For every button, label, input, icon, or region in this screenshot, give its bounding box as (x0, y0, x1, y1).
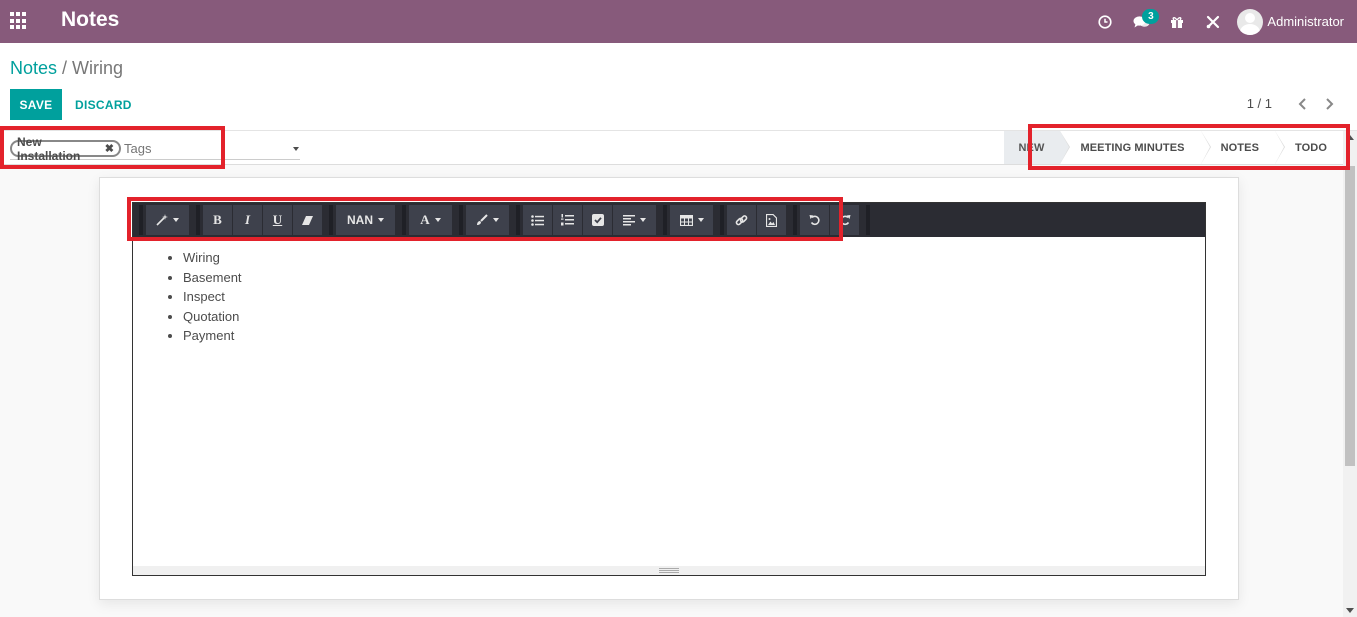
undo-icon[interactable] (800, 205, 830, 235)
control-panel: Notes / Wiring SAVE DISCARD 1 / 1 (0, 43, 1357, 131)
align-dropdown-icon[interactable] (613, 205, 657, 235)
activity-clock-icon[interactable] (1087, 0, 1123, 43)
tags-input[interactable] (124, 141, 300, 156)
tags-dropdown-caret-icon[interactable] (293, 147, 299, 151)
tags-field[interactable]: New Installation ✖ (10, 135, 300, 163)
note-editor: B I U NAN A • Wiring • Basement • Inspec… (132, 202, 1206, 576)
apps-grid-icon[interactable] (10, 12, 28, 30)
stage-todo[interactable]: TODO (1275, 131, 1343, 164)
app-title: Notes (61, 8, 120, 31)
discard-button[interactable]: DISCARD (66, 89, 141, 120)
tag-remove-icon[interactable]: ✖ (105, 142, 114, 155)
stage-notes[interactable]: NOTES (1200, 131, 1286, 164)
tools-icon[interactable] (1195, 0, 1231, 43)
grip-icon (659, 568, 679, 573)
pager-previous-icon[interactable] (1296, 96, 1310, 112)
messaging-chat-icon[interactable]: 3 (1123, 0, 1160, 43)
list-item: Quotation (183, 307, 1205, 327)
list-item: Payment (183, 326, 1205, 346)
user-name: Administrator (1267, 14, 1344, 29)
stage-meeting-minutes[interactable]: MEETING MINUTES (1060, 131, 1211, 164)
bullet-list-icon[interactable] (523, 205, 553, 235)
editor-resize-handle[interactable] (133, 566, 1205, 575)
paint-brush-icon[interactable] (466, 205, 510, 235)
form-sheet: B I U NAN A • Wiring • Basement • Inspec… (99, 177, 1239, 600)
eraser-icon[interactable] (293, 205, 323, 235)
breadcrumb: Notes / Wiring (10, 58, 123, 79)
gift-icon[interactable] (1159, 0, 1195, 43)
breadcrumb-parent-link[interactable]: Notes (10, 58, 57, 78)
systray: 3 Administrator (1087, 0, 1357, 43)
tag-chip-label: New Installation (17, 134, 81, 163)
scroll-up-arrow-icon[interactable] (1346, 135, 1354, 140)
table-icon[interactable] (670, 205, 714, 235)
stage-pipeline: NEW MEETING MINUTES NOTES TODO (1004, 131, 1343, 164)
breadcrumb-current: Wiring (72, 58, 124, 78)
bold-button[interactable]: B (203, 205, 233, 235)
underline-label: U (272, 212, 283, 227)
breadcrumb-separator: / (62, 58, 68, 78)
checklist-icon[interactable] (583, 205, 613, 235)
top-navbar: Notes 3 Administrator (0, 0, 1357, 43)
save-button[interactable]: SAVE (10, 89, 62, 120)
font-color-dropdown[interactable]: A (409, 205, 453, 235)
underline-button[interactable]: U (263, 205, 293, 235)
font-size-dropdown[interactable]: NAN (336, 205, 396, 235)
list-item: Wiring (183, 248, 1205, 268)
style-magic-wand-icon[interactable] (146, 205, 190, 235)
numbered-list-icon[interactable] (553, 205, 583, 235)
italic-label: I (244, 212, 251, 227)
list-item: Inspect (183, 287, 1205, 307)
font-size-value: NAN (347, 213, 373, 227)
redo-icon[interactable] (830, 205, 860, 235)
link-icon[interactable] (727, 205, 757, 235)
pager-next-icon[interactable] (1322, 96, 1336, 112)
form-statusbar: New Installation ✖ NEW MEETING MINUTES N… (0, 131, 1357, 165)
stage-new[interactable]: NEW (1004, 131, 1071, 164)
note-content[interactable]: Wiring Basement Inspect Quotation Paymen… (133, 237, 1205, 533)
pager-value: 1 / 1 (1246, 96, 1272, 111)
avatar (1237, 8, 1264, 35)
image-icon[interactable] (757, 205, 787, 235)
messages-badge: 3 (1142, 9, 1160, 24)
note-bullet-list: Wiring Basement Inspect Quotation Paymen… (171, 248, 1205, 346)
page-scrollbar[interactable] (1343, 131, 1357, 617)
italic-button[interactable]: I (233, 205, 263, 235)
list-item: Basement (183, 268, 1205, 288)
editor-toolbar: B I U NAN A (133, 203, 1205, 237)
scrollbar-thumb[interactable] (1345, 166, 1355, 466)
tag-chip: New Installation ✖ (10, 135, 121, 163)
font-color-label: A (420, 212, 430, 227)
scroll-down-arrow-icon[interactable] (1346, 608, 1354, 613)
user-menu[interactable]: Administrator (1237, 8, 1344, 35)
